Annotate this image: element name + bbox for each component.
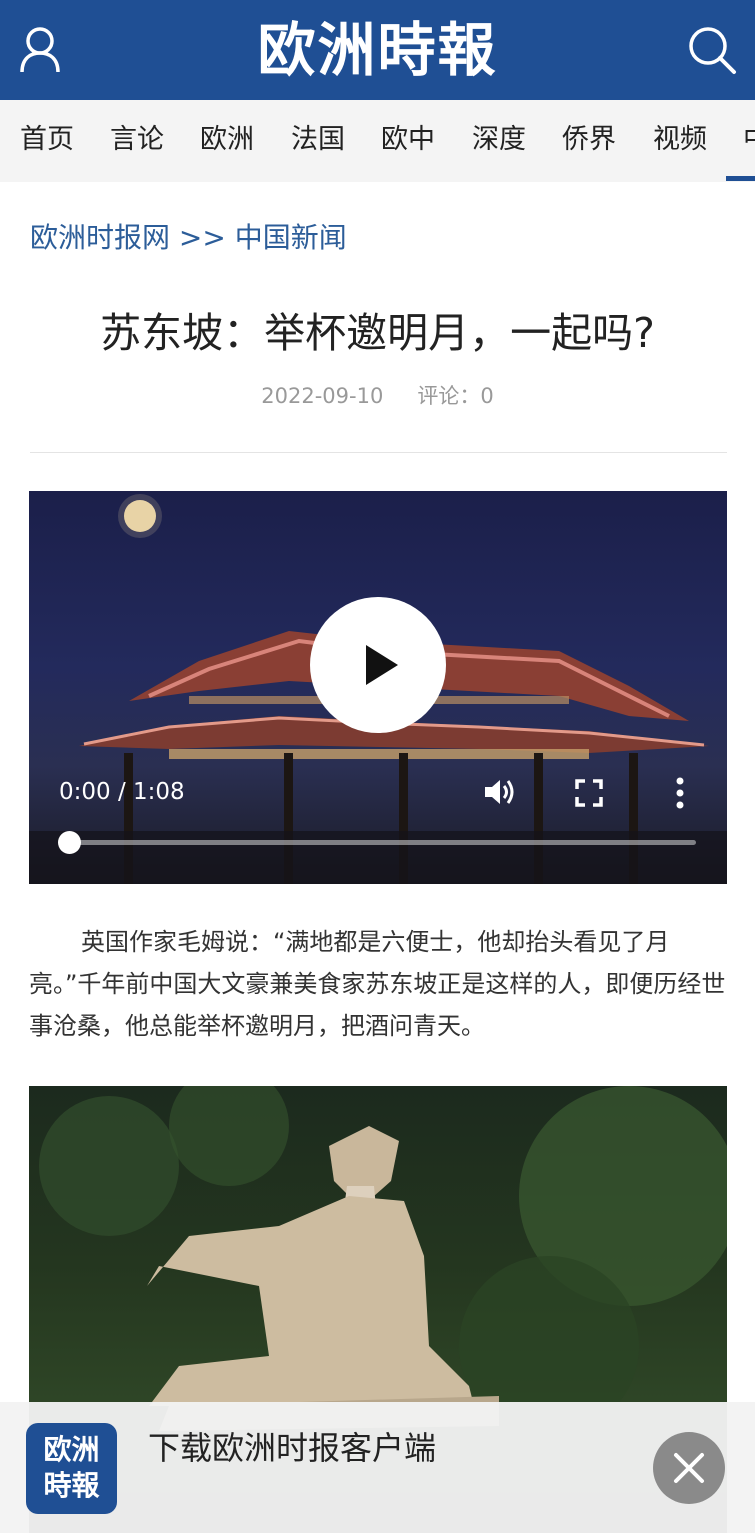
search-icon[interactable] (686, 24, 738, 76)
app-download-banner[interactable]: 欧洲 時報 下载欧洲时报客户端 (0, 1402, 755, 1533)
article-title: 苏东坡：举杯邀明月，一起吗? (100, 309, 655, 357)
nav-item-france[interactable]: 法国 (291, 122, 345, 158)
app-logo: 欧洲 時報 (26, 1423, 117, 1514)
video-progress-knob[interactable] (58, 831, 81, 854)
volume-icon[interactable] (483, 777, 517, 807)
masthead-logo[interactable]: 欧洲時報 (0, 14, 755, 86)
category-nav: 首页 言论 欧洲 法国 欧中 深度 侨界 视频 中 (0, 100, 755, 182)
breadcrumb-separator: >> (178, 221, 226, 254)
top-bar: 欧洲時報 (0, 0, 755, 100)
fullscreen-icon[interactable] (575, 779, 603, 807)
play-button[interactable] (310, 597, 446, 733)
nav-item-video[interactable]: 视频 (653, 122, 707, 158)
nav-active-indicator (726, 176, 755, 181)
download-app-text[interactable]: 下载欧洲时报客户端 (148, 1426, 436, 1470)
video-time: 0:00 / 1:08 (59, 779, 185, 805)
nav-item-opinion[interactable]: 言论 (110, 122, 164, 158)
more-vertical-icon[interactable] (674, 777, 686, 809)
article-meta: 2022-09-10 评论：0 (0, 380, 755, 412)
article-paragraph: 英国作家毛姆说：“满地都是六便士，他却抬头看见了月亮。”千年前中国大文豪兼美食家… (29, 928, 726, 1040)
nav-item-home[interactable]: 首页 (20, 122, 74, 158)
nav-item-europe[interactable]: 欧洲 (200, 122, 254, 158)
divider (30, 452, 727, 453)
close-banner-button[interactable] (653, 1432, 725, 1504)
play-icon (366, 645, 398, 685)
video-progress-track[interactable] (69, 840, 696, 845)
breadcrumb-section-link[interactable]: 中国新闻 (235, 221, 347, 254)
nav-item-overseas[interactable]: 侨界 (562, 122, 616, 158)
app-logo-line2: 時報 (43, 1469, 100, 1502)
video-player[interactable]: 0:00 / 1:08 (29, 491, 727, 884)
article-date: 2022-09-10 (261, 384, 384, 408)
close-icon (674, 1453, 704, 1483)
nav-item-euro-china[interactable]: 欧中 (381, 122, 435, 158)
breadcrumb: 欧洲时报网 >> 中国新闻 (30, 218, 347, 258)
app-logo-line1: 欧洲 (43, 1433, 100, 1466)
nav-item-china[interactable]: 中 (743, 122, 755, 158)
nav-item-depth[interactable]: 深度 (472, 122, 526, 158)
comment-count[interactable]: 评论：0 (417, 384, 493, 408)
breadcrumb-site-link[interactable]: 欧洲时报网 (30, 221, 170, 254)
